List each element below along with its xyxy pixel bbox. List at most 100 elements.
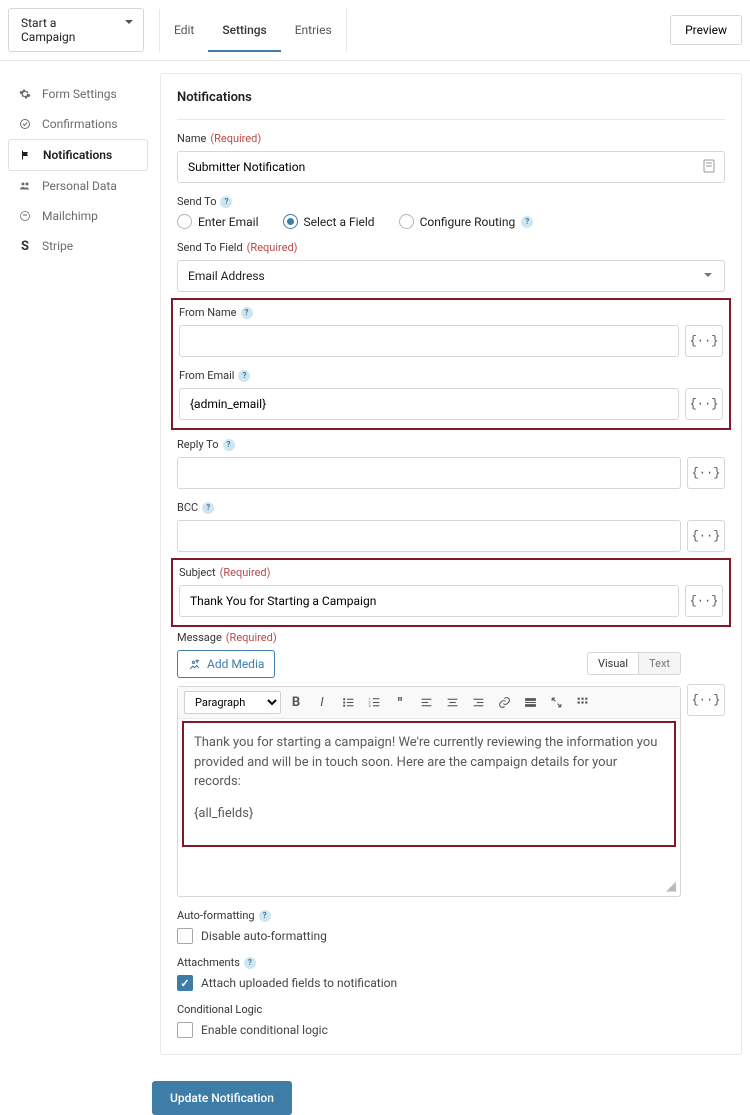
sidebar-label: Stripe (42, 239, 73, 253)
tab-entries[interactable]: Entries (281, 9, 346, 52)
sidebar-label: Form Settings (42, 87, 117, 101)
conditional-checkbox[interactable]: Enable conditional logic (177, 1022, 725, 1038)
sidebar-item-stripe[interactable]: S Stripe (8, 231, 148, 261)
sidebar-item-notifications[interactable]: Notifications (8, 139, 148, 171)
field-bcc: BCC ? {··} (177, 501, 725, 552)
field-send-to: Send To ? Enter Email Select a Field Con… (177, 195, 725, 229)
field-attachments: Attachments ? Attach uploaded fields to … (177, 956, 725, 991)
required-indicator: (Required) (220, 566, 271, 579)
editor-mode-tabs: Visual Text (587, 652, 681, 675)
required-indicator: (Required) (247, 241, 298, 254)
numbered-list-button[interactable]: 123 (363, 692, 385, 714)
radio-select-field[interactable]: Select a Field (283, 214, 375, 229)
toolbar-toggle-button[interactable] (571, 692, 593, 714)
merge-tag-button[interactable]: {··} (687, 457, 725, 489)
bcc-label: BCC (177, 501, 198, 514)
field-from-name: From Name ? {··} (179, 306, 723, 357)
send-to-label: Send To (177, 195, 216, 208)
attachments-checkbox[interactable]: Attach uploaded fields to notification (177, 975, 725, 991)
name-badge-icon (703, 159, 715, 173)
italic-button[interactable]: I (311, 692, 333, 714)
sidebar-label: Personal Data (42, 179, 117, 193)
help-icon[interactable]: ? (238, 370, 250, 382)
field-subject: Subject (Required) {··} (179, 566, 723, 617)
top-bar: Start a Campaign Edit Settings Entries P… (0, 0, 750, 61)
form-selector-dropdown[interactable]: Start a Campaign (8, 8, 144, 52)
subject-label: Subject (179, 566, 216, 579)
fullscreen-button[interactable] (545, 692, 567, 714)
editor-tab-text[interactable]: Text (639, 652, 681, 675)
sidebar-item-personal-data[interactable]: Personal Data (8, 171, 148, 201)
from-name-label: From Name (179, 306, 237, 319)
send-to-field-label: Send To Field (177, 241, 243, 254)
sidebar-label: Notifications (43, 148, 112, 162)
help-icon[interactable]: ? (223, 439, 235, 451)
help-icon[interactable]: ? (244, 957, 256, 969)
editor-resize-handle[interactable]: ◢ (178, 879, 680, 896)
sidebar-item-mailchimp[interactable]: Mailchimp (8, 201, 148, 231)
attachments-label: Attachments (177, 956, 240, 969)
auto-formatting-label: Auto-formatting (177, 909, 255, 922)
read-more-button[interactable] (519, 692, 541, 714)
editor-tab-visual[interactable]: Visual (587, 652, 639, 675)
gear-icon (18, 87, 32, 101)
radio-enter-email[interactable]: Enter Email (177, 214, 259, 229)
merge-tag-button[interactable]: {··} (685, 585, 723, 617)
from-name-input[interactable] (179, 325, 679, 357)
align-right-button[interactable] (467, 692, 489, 714)
bcc-input[interactable] (177, 520, 681, 552)
panel-title: Notifications (177, 74, 725, 120)
tab-edit[interactable]: Edit (160, 9, 208, 52)
header-tabs: Edit Settings Entries (159, 9, 347, 52)
highlight-from-fields: From Name ? {··} From Email ? {··} (171, 298, 731, 430)
merge-tag-button[interactable]: {··} (687, 684, 725, 716)
message-body-merge: {all_fields} (194, 804, 664, 824)
merge-tag-button[interactable]: {··} (685, 388, 723, 420)
flag-icon (19, 148, 33, 162)
check-circle-icon (18, 117, 32, 131)
reply-to-input[interactable] (177, 457, 681, 489)
person-icon (18, 179, 32, 193)
update-notification-button[interactable]: Update Notification (152, 1081, 292, 1115)
sidebar-item-form-settings[interactable]: Form Settings (8, 79, 148, 109)
help-icon[interactable]: ? (521, 216, 533, 228)
help-icon[interactable]: ? (220, 196, 232, 208)
highlight-message-body: Thank you for starting a campaign! We're… (182, 721, 676, 847)
subject-input[interactable] (179, 585, 679, 617)
sidebar-item-confirmations[interactable]: Confirmations (8, 109, 148, 139)
sidebar-label: Mailchimp (42, 209, 98, 223)
field-message: Message (Required) Add Media Visual Text… (177, 631, 725, 897)
radio-configure-routing[interactable]: Configure Routing ? (399, 214, 534, 229)
from-email-input[interactable] (179, 388, 679, 420)
field-send-to-field: Send To Field (Required) Email Address (177, 241, 725, 292)
content-panel: Notifications Name (Required) Send To ? … (160, 73, 742, 1055)
name-label: Name (177, 132, 206, 145)
field-name: Name (Required) (177, 132, 725, 183)
link-button[interactable] (493, 692, 515, 714)
help-icon[interactable]: ? (202, 502, 214, 514)
add-media-button[interactable]: Add Media (177, 650, 275, 678)
preview-button[interactable]: Preview (670, 15, 742, 45)
conditional-label: Conditional Logic (177, 1003, 262, 1016)
merge-tag-button[interactable]: {··} (687, 520, 725, 552)
align-center-button[interactable] (441, 692, 463, 714)
align-left-button[interactable] (415, 692, 437, 714)
blockquote-button[interactable]: " (389, 692, 411, 714)
message-editor: Paragraph B I 123 " (177, 686, 681, 897)
required-indicator: (Required) (226, 631, 277, 644)
name-input[interactable] (177, 151, 725, 183)
svg-text:3: 3 (368, 703, 370, 708)
bold-button[interactable]: B (285, 692, 307, 714)
auto-formatting-checkbox[interactable]: Disable auto-formatting (177, 928, 725, 944)
send-to-radios: Enter Email Select a Field Configure Rou… (177, 214, 725, 229)
format-select[interactable]: Paragraph (184, 691, 281, 714)
sidebar-label: Confirmations (42, 117, 118, 131)
merge-tag-button[interactable]: {··} (685, 325, 723, 357)
bullet-list-button[interactable] (337, 692, 359, 714)
required-indicator: (Required) (210, 132, 261, 145)
help-icon[interactable]: ? (241, 307, 253, 319)
message-textarea[interactable]: Thank you for starting a campaign! We're… (178, 719, 680, 879)
tab-settings[interactable]: Settings (208, 9, 280, 52)
help-icon[interactable]: ? (259, 910, 271, 922)
send-to-field-select[interactable]: Email Address (177, 260, 725, 292)
